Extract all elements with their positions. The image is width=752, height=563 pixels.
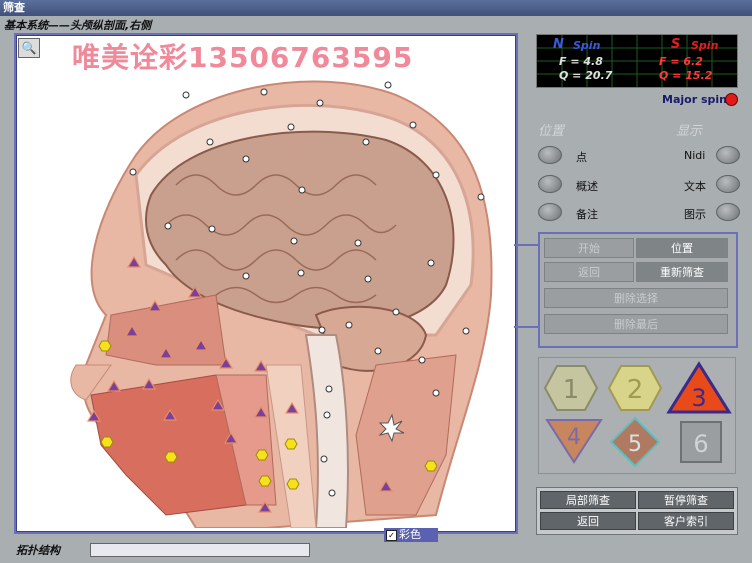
- north-f-value: F = 4.8: [559, 55, 603, 68]
- shape-5-label: 5: [628, 432, 642, 457]
- text-label: 文本: [684, 180, 706, 193]
- nidi-radio[interactable]: [716, 146, 740, 164]
- back-button[interactable]: 返回: [544, 262, 634, 282]
- notes-radio[interactable]: [538, 203, 562, 221]
- shape-3-triangle[interactable]: 3: [666, 361, 732, 414]
- south-f-value: F = 6.2: [659, 55, 703, 68]
- shape-5-diamond[interactable]: 5: [609, 416, 661, 468]
- south-q-value: Q = 15.2: [659, 69, 713, 82]
- watermark-text: 唯美诠彩13506763595: [72, 41, 414, 74]
- diagram-radio[interactable]: [716, 203, 740, 221]
- start-button[interactable]: 开始: [544, 238, 634, 258]
- shape-2-label: 2: [627, 375, 644, 405]
- shape-4-label: 4: [567, 425, 581, 450]
- text-radio[interactable]: [716, 175, 740, 193]
- client-index-button[interactable]: 客户索引: [638, 512, 734, 530]
- notes-label: 备注: [576, 208, 598, 221]
- shape-1-hexagon[interactable]: 1: [543, 365, 599, 411]
- shape-6-square[interactable]: 6: [680, 421, 722, 463]
- return-button[interactable]: 返回: [540, 512, 636, 530]
- north-label: N: [553, 37, 564, 52]
- topology-label: 拓扑结构: [16, 544, 60, 557]
- window-title: 筛查: [0, 0, 752, 16]
- color-toggle-label: 彩色: [399, 528, 421, 541]
- shape-6-label: 6: [693, 430, 708, 458]
- south-label: S: [671, 37, 681, 52]
- position-heading: 位置: [538, 124, 565, 139]
- panel-connector-bottom: [514, 326, 538, 328]
- pause-screening-button[interactable]: 暂停筛查: [638, 491, 734, 509]
- shape-selector: 1 2 3 4 5 6: [538, 357, 736, 474]
- south-spin-word: Spin: [691, 39, 719, 52]
- local-screening-button[interactable]: 局部筛查: [540, 491, 636, 509]
- delete-last-button[interactable]: 删除最后: [544, 314, 728, 334]
- point-label: 点: [576, 151, 587, 164]
- position-button[interactable]: 位置: [636, 238, 728, 258]
- north-spin-word: Spin: [573, 39, 601, 52]
- view-subtitle: 基本系统——头颅纵剖面,右侧: [4, 19, 152, 32]
- overview-radio[interactable]: [538, 175, 562, 193]
- spin-readout: N Spin F = 4.8 Q = 20.7 S Spin F = 6.2 Q…: [536, 34, 738, 88]
- nidi-label: Nidi: [684, 149, 706, 162]
- display-heading: 显示: [676, 124, 703, 139]
- rescreen-button[interactable]: 重新筛查: [636, 262, 728, 282]
- point-radio[interactable]: [538, 146, 562, 164]
- diagram-label: 图示: [684, 208, 706, 221]
- delete-selected-button[interactable]: 删除选择: [544, 288, 728, 308]
- major-spin-label: Major spin: [662, 93, 727, 106]
- topology-progress-bar: [90, 543, 310, 557]
- shape-1-label: 1: [563, 375, 580, 405]
- anatomy-viewer[interactable]: [14, 33, 518, 534]
- overview-label: 概述: [576, 180, 598, 193]
- panel-connector-top: [514, 244, 538, 246]
- major-spin-indicator: [725, 93, 738, 106]
- north-q-value: Q = 20.7: [559, 69, 613, 82]
- action-panel: 开始 位置 返回 重新筛查 删除选择 删除最后: [538, 232, 738, 348]
- shape-2-hexagon[interactable]: 2: [607, 365, 663, 411]
- color-toggle[interactable]: ✓ 彩色: [384, 528, 438, 542]
- head-section-image: [70, 80, 493, 529]
- shape-3-label: 3: [691, 384, 706, 412]
- shape-4-triangle[interactable]: 4: [545, 419, 603, 464]
- color-checkbox[interactable]: ✓: [386, 529, 397, 541]
- zoom-icon[interactable]: 🔍: [18, 38, 40, 58]
